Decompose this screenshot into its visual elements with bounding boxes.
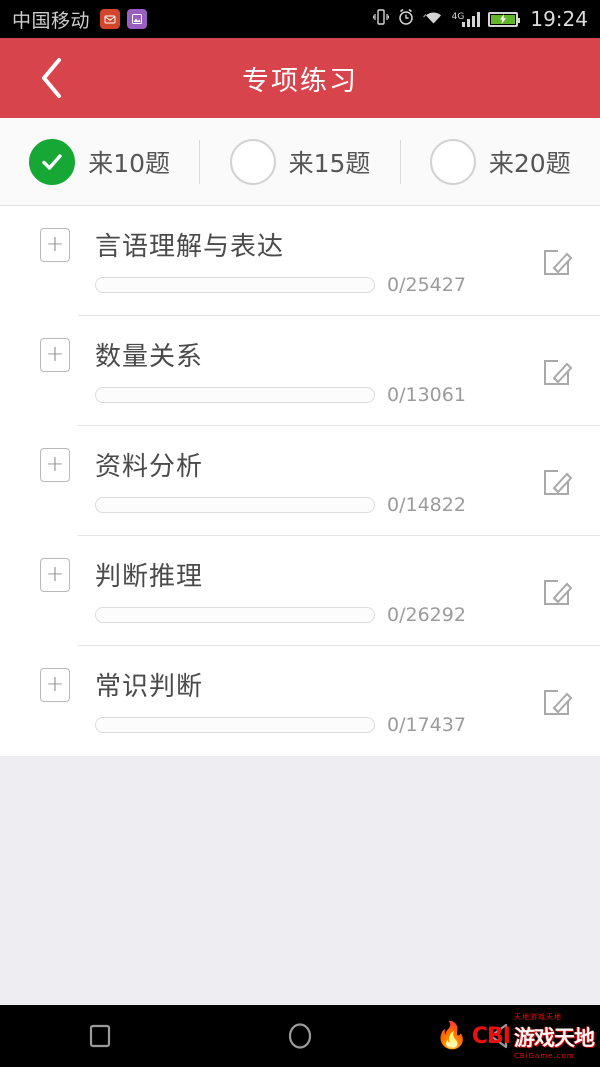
list-item[interactable]: + 言语理解与表达 0/25427 <box>0 206 600 316</box>
app-root: 中国移动 4G 19:24 专项练习 来10题 来15题 来20题 + 言语理解… <box>0 0 600 1067</box>
plus-icon[interactable]: + <box>40 448 70 482</box>
option-20[interactable]: 来20题 <box>401 138 600 185</box>
progress-group: 0/17437 <box>95 714 466 736</box>
list-item[interactable]: + 数量关系 0/13061 <box>0 316 600 426</box>
question-count-selector: 来10题 来15题 来20题 <box>0 118 600 206</box>
option-10[interactable]: 来10题 <box>0 138 199 185</box>
radio-unchecked-icon[interactable] <box>229 138 276 185</box>
plus-icon[interactable]: + <box>40 668 70 702</box>
edit-button[interactable] <box>532 567 582 617</box>
category-title: 资料分析 <box>95 452 204 482</box>
page-title: 专项练习 <box>242 65 358 97</box>
gallery-icon <box>127 9 148 29</box>
option-label: 来10题 <box>88 148 171 178</box>
category-title: 判断推理 <box>95 562 204 592</box>
wifi-icon <box>422 9 444 29</box>
plus-icon[interactable]: + <box>40 228 70 262</box>
watermark-site: CBiGame.com <box>514 1052 575 1060</box>
option-15[interactable]: 来15题 <box>200 138 399 185</box>
radio-unchecked-icon[interactable] <box>429 138 476 185</box>
pencil-edit-icon <box>544 580 573 605</box>
square-recents-icon <box>89 1024 111 1048</box>
category-title: 数量关系 <box>95 342 204 372</box>
progress-count: 0/26292 <box>387 604 466 626</box>
progress-group: 0/26292 <box>95 604 466 626</box>
mail-icon <box>100 9 121 29</box>
carrier-label: 中国移动 <box>12 9 91 32</box>
category-title: 常识判断 <box>95 672 204 702</box>
option-label: 来20题 <box>488 148 571 178</box>
back-button-nav[interactable] <box>400 1021 600 1051</box>
signal-bars-icon: 4G <box>452 11 481 27</box>
progress-group: 0/14822 <box>95 494 466 516</box>
pencil-edit-icon <box>544 250 573 275</box>
status-app-icons <box>100 9 148 29</box>
radio-checked-icon[interactable] <box>29 138 76 185</box>
status-indicators: 4G 19:24 <box>372 7 588 31</box>
pencil-edit-icon <box>544 470 573 495</box>
edit-button[interactable] <box>532 457 582 507</box>
progress-count: 0/25427 <box>387 274 466 296</box>
app-header: 专项练习 <box>0 38 600 118</box>
progress-bar <box>95 387 375 403</box>
battery-charging-icon <box>488 11 521 27</box>
vibrate-icon <box>372 8 389 30</box>
option-label: 来15题 <box>288 148 371 178</box>
progress-group: 0/13061 <box>95 384 466 406</box>
triangle-back-icon <box>489 1023 508 1049</box>
clock-label: 19:24 <box>530 7 588 31</box>
progress-bar <box>95 717 375 733</box>
circle-home-icon <box>288 1023 312 1049</box>
pencil-edit-icon <box>544 690 573 715</box>
list-item[interactable]: + 资料分析 0/14822 <box>0 426 600 536</box>
list-item[interactable]: + 判断推理 0/26292 <box>0 536 600 646</box>
android-nav-bar: 🔥 CBI 天地游戏天地 游戏天地 CBiGame.com <box>0 1005 600 1067</box>
edit-button[interactable] <box>532 677 582 727</box>
alarm-clock-icon <box>397 8 415 30</box>
category-list: + 言语理解与表达 0/25427 + 数量关系 0/13061 + 资料分析 … <box>0 206 600 756</box>
status-bar: 中国移动 4G 19:24 <box>0 0 600 38</box>
progress-group: 0/25427 <box>95 274 466 296</box>
plus-icon[interactable]: + <box>40 338 70 372</box>
recents-button[interactable] <box>0 1021 200 1051</box>
progress-count: 0/14822 <box>387 494 466 516</box>
back-button[interactable] <box>24 38 80 118</box>
progress-bar <box>95 607 375 623</box>
list-item[interactable]: + 常识判断 0/17437 <box>0 646 600 756</box>
back-chevron-icon <box>42 58 61 98</box>
empty-area <box>0 756 600 1013</box>
progress-count: 0/13061 <box>387 384 466 406</box>
progress-bar <box>95 277 375 293</box>
home-button[interactable] <box>200 1020 400 1052</box>
category-title: 言语理解与表达 <box>95 232 285 262</box>
progress-bar <box>95 497 375 513</box>
progress-count: 0/17437 <box>387 714 466 736</box>
plus-icon[interactable]: + <box>40 558 70 592</box>
pencil-edit-icon <box>544 360 573 385</box>
edit-button[interactable] <box>532 237 582 287</box>
edit-button[interactable] <box>532 347 582 397</box>
